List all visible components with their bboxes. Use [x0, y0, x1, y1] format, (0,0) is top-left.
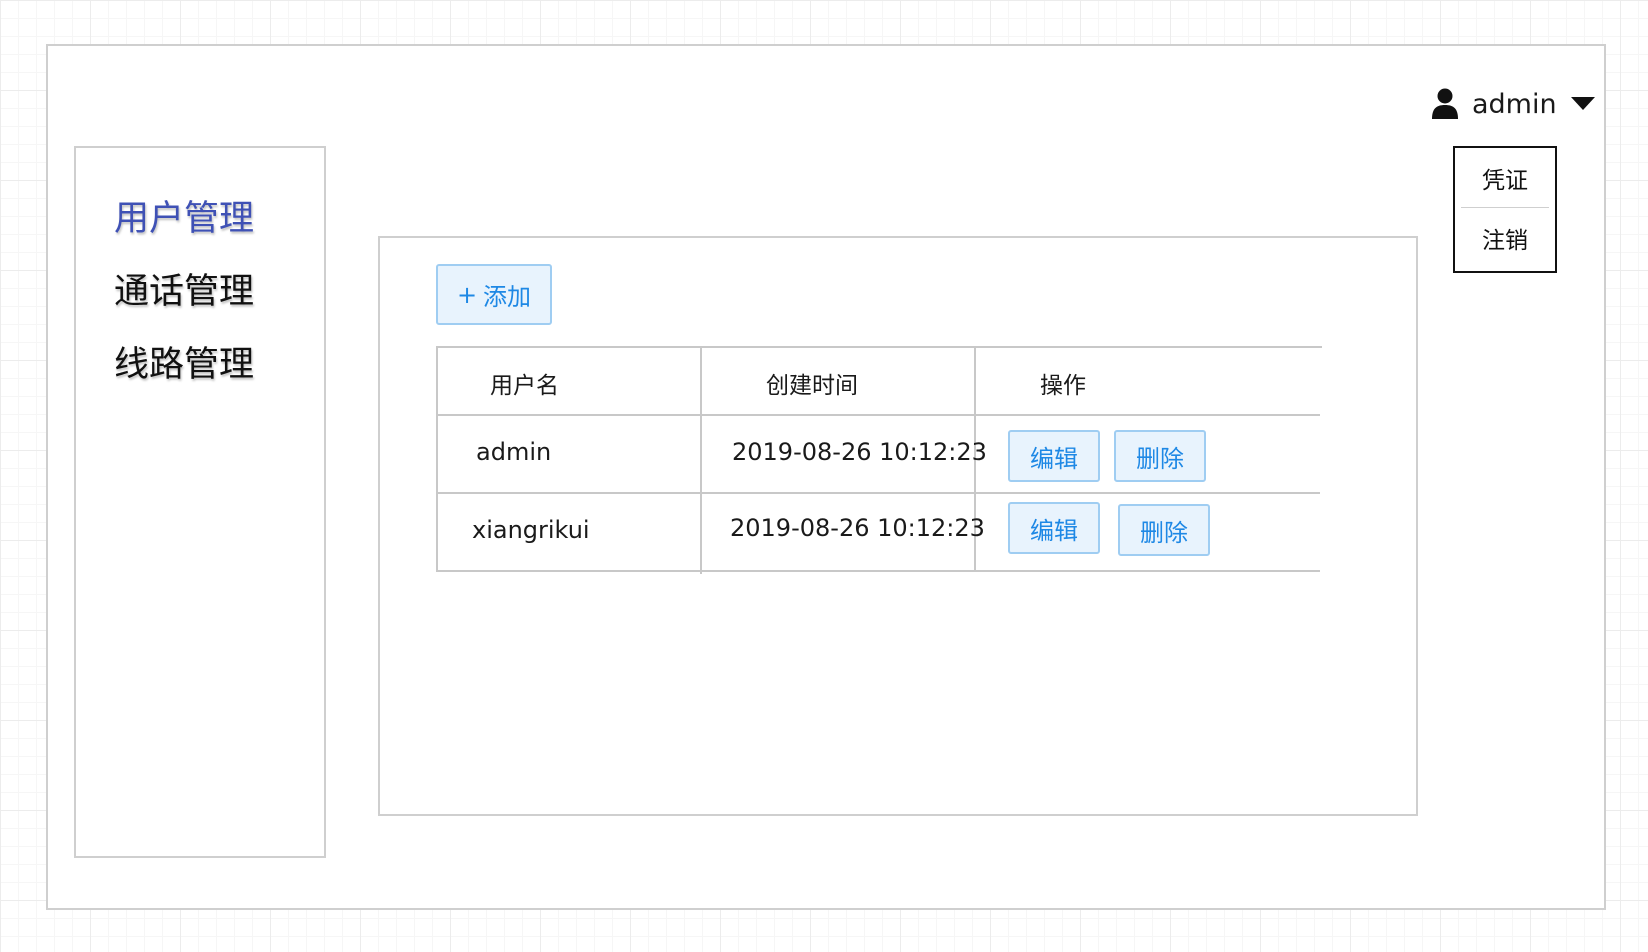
- username-label: admin: [1472, 88, 1557, 120]
- edit-button[interactable]: 编辑: [1008, 502, 1100, 554]
- table-border-top: [436, 346, 1322, 348]
- user-table: 用户名 创建时间 操作 admin 2019-08-26 10:12:23 编辑…: [436, 346, 1368, 584]
- app-frame: admin 凭证 注销 用户管理 通话管理 线路管理 + 添加 用户名 创建时间…: [46, 44, 1606, 910]
- sidebar-item-line-management[interactable]: 线路管理: [114, 340, 254, 413]
- table-divider: [436, 492, 1320, 494]
- plus-icon: +: [456, 280, 478, 309]
- delete-button[interactable]: 删除: [1118, 504, 1210, 556]
- sidebar-menu: 用户管理 通话管理 线路管理: [114, 194, 254, 413]
- table-cell-created-time: 2019-08-26 10:12:23: [732, 438, 987, 466]
- table-column-divider: [700, 346, 702, 574]
- edit-button[interactable]: 编辑: [1008, 430, 1100, 482]
- table-cell-created-time: 2019-08-26 10:12:23: [730, 514, 985, 542]
- column-header-created-time: 创建时间: [766, 373, 858, 399]
- content-panel: + 添加 用户名 创建时间 操作 admin 2019-08-26 10:12:…: [378, 236, 1418, 816]
- user-dropdown-menu: 凭证 注销: [1453, 146, 1557, 273]
- menu-item-logout[interactable]: 注销: [1455, 208, 1555, 267]
- sidebar: 用户管理 通话管理 线路管理: [74, 146, 326, 858]
- column-header-username: 用户名: [490, 373, 559, 399]
- delete-button[interactable]: 删除: [1114, 430, 1206, 482]
- table-cell-username: xiangrikui: [472, 516, 590, 544]
- column-header-actions: 操作: [1040, 373, 1086, 399]
- menu-item-credentials[interactable]: 凭证: [1455, 148, 1555, 207]
- table-border-left: [436, 346, 438, 572]
- table-cell-username: admin: [476, 438, 552, 466]
- sidebar-item-call-management[interactable]: 通话管理: [114, 267, 254, 340]
- add-button-label: 添加: [483, 283, 532, 311]
- table-divider: [436, 414, 1320, 416]
- user-icon: [1432, 88, 1458, 120]
- sidebar-item-user-management[interactable]: 用户管理: [114, 194, 254, 267]
- caret-down-icon[interactable]: [1570, 97, 1595, 111]
- user-menu-toggle[interactable]: admin: [1432, 82, 1595, 126]
- add-user-button[interactable]: + 添加: [436, 264, 552, 325]
- table-border-bottom: [436, 570, 1320, 572]
